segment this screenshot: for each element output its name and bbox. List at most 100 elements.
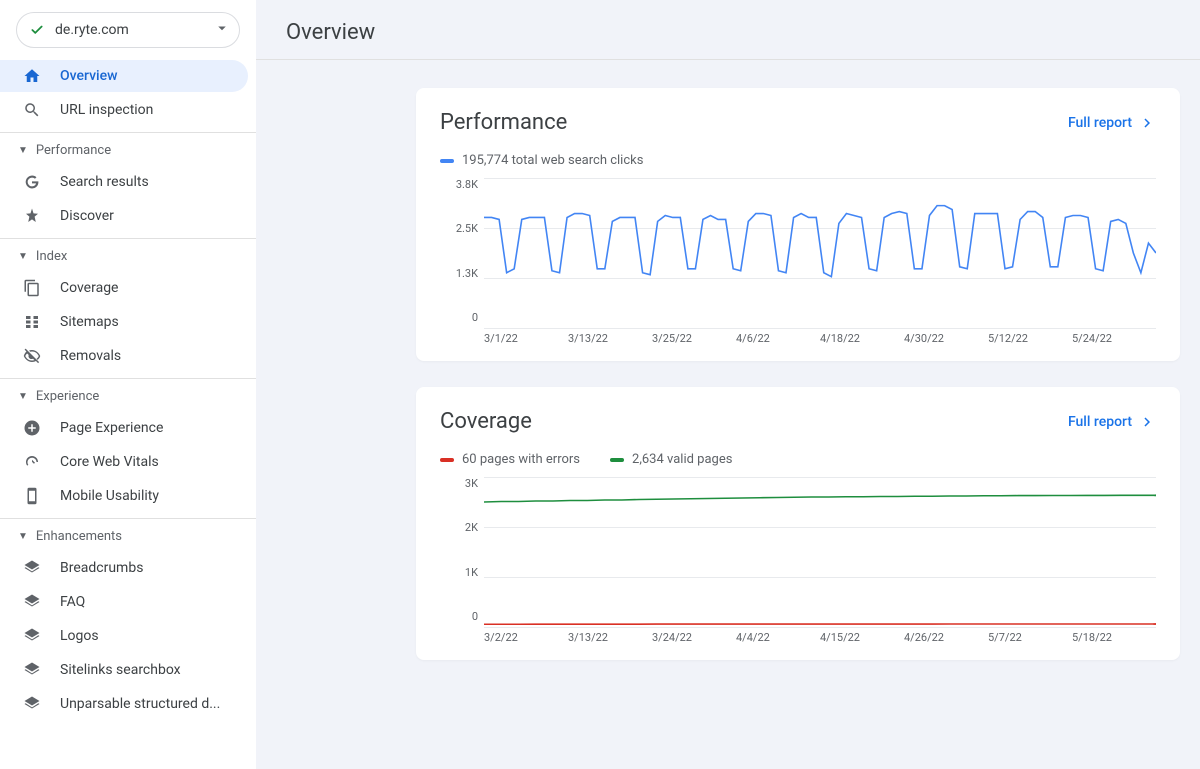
plus-circle-icon	[22, 418, 42, 438]
layers-icon	[22, 592, 42, 612]
layers-icon	[22, 558, 42, 578]
property-selector[interactable]: de.ryte.com	[16, 12, 240, 48]
y-tick: 2.5K	[440, 222, 478, 235]
y-tick: 0	[440, 311, 478, 324]
nav-label: Overview	[60, 68, 117, 84]
triangle-down-icon: ▼	[18, 531, 28, 542]
y-tick: 1K	[440, 566, 478, 579]
x-tick: 4/30/22	[904, 332, 988, 345]
g-icon	[22, 172, 42, 192]
property-domain: de.ryte.com	[55, 22, 213, 38]
nav-label: Mobile Usability	[60, 488, 159, 504]
nav-label: Discover	[60, 208, 114, 224]
nav-item-coverage[interactable]: Coverage	[0, 272, 248, 304]
nav-label: Sitemaps	[60, 314, 119, 330]
section-title: Performance	[36, 143, 111, 158]
nav-item-faq[interactable]: FAQ	[0, 586, 248, 618]
link-label: Full report	[1068, 414, 1132, 430]
sidebar: de.ryte.com OverviewURL inspection ▼Perf…	[0, 0, 256, 769]
x-tick: 4/26/22	[904, 631, 988, 644]
y-tick: 3.8K	[440, 178, 478, 191]
section-title: Enhancements	[36, 529, 122, 544]
x-tick: 3/25/22	[652, 332, 736, 345]
nav-label: URL inspection	[60, 102, 153, 118]
nav-item-discover[interactable]: Discover	[0, 200, 248, 232]
link-label: Full report	[1068, 115, 1132, 131]
visibility-off-icon	[22, 346, 42, 366]
x-tick: 3/13/22	[568, 631, 652, 644]
nav-section-enhancements[interactable]: ▼ Enhancements	[0, 518, 256, 552]
nav-item-mobile-usability[interactable]: Mobile Usability	[0, 480, 248, 512]
x-tick: 5/7/22	[988, 631, 1072, 644]
coverage-chart: 3K 2K 1K 0	[440, 477, 1156, 627]
nav-label: Coverage	[60, 280, 118, 296]
star-icon	[22, 206, 42, 226]
performance-card: Performance Full report 195,774 total we…	[416, 88, 1180, 361]
x-tick: 5/12/22	[988, 332, 1072, 345]
search-icon	[22, 100, 42, 120]
nav-item-sitemaps[interactable]: Sitemaps	[0, 306, 248, 338]
nav-label: Page Experience	[60, 420, 163, 436]
nav-item-logos[interactable]: Logos	[0, 620, 248, 652]
dropdown-icon	[213, 19, 231, 41]
nav-label: Logos	[60, 628, 99, 644]
nav-section-index[interactable]: ▼ Index	[0, 238, 256, 272]
nav-section-performance[interactable]: ▼Performance	[0, 132, 256, 166]
x-tick: 5/24/22	[1072, 332, 1156, 345]
coverage-legend-valid: 2,634 valid pages	[610, 452, 732, 467]
nav-item-unparsable-structured-d-[interactable]: Unparsable structured d...	[0, 688, 248, 720]
nav-label: Search results	[60, 174, 149, 190]
layers-icon	[22, 660, 42, 680]
y-tick: 3K	[440, 477, 478, 490]
chevron-right-icon	[1138, 413, 1156, 431]
nav-label: Removals	[60, 348, 121, 364]
coverage-card: Coverage Full report 60 pages with error…	[416, 387, 1180, 660]
main: Overview Performance Full report 195,774…	[256, 0, 1200, 769]
coverage-title: Coverage	[440, 409, 532, 434]
x-tick: 4/4/22	[736, 631, 820, 644]
nav-label: Breadcrumbs	[60, 560, 143, 576]
triangle-down-icon: ▼	[18, 251, 28, 262]
performance-chart: 3.8K 2.5K 1.3K 0	[440, 178, 1156, 328]
x-tick: 3/24/22	[652, 631, 736, 644]
section-title: Experience	[36, 389, 99, 404]
nav-item-core-web-vitals[interactable]: Core Web Vitals	[0, 446, 248, 478]
layers-icon	[22, 626, 42, 646]
coverage-legend-errors: 60 pages with errors	[440, 452, 580, 467]
x-tick: 4/18/22	[820, 332, 904, 345]
nav-section-experience[interactable]: ▼ Experience	[0, 378, 256, 412]
performance-title: Performance	[440, 110, 567, 135]
legend-label: 2,634 valid pages	[632, 452, 732, 467]
nav-label: Core Web Vitals	[60, 454, 159, 470]
legend-label: 195,774 total web search clicks	[462, 153, 643, 168]
home-icon	[22, 66, 42, 86]
nav-item-sitelinks-searchbox[interactable]: Sitelinks searchbox	[0, 654, 248, 686]
layers-icon	[22, 694, 42, 714]
y-tick: 1.3K	[440, 267, 478, 280]
nav-label: Sitelinks searchbox	[60, 662, 181, 678]
nav-item-search-results[interactable]: Search results	[0, 166, 248, 198]
nav-label: Unparsable structured d...	[60, 696, 220, 712]
x-tick: 4/15/22	[820, 631, 904, 644]
section-title: Index	[36, 249, 67, 264]
x-tick: 3/13/22	[568, 332, 652, 345]
coverage-full-report-link[interactable]: Full report	[1068, 413, 1156, 431]
page-title: Overview	[256, 0, 1200, 60]
legend-label: 60 pages with errors	[462, 452, 580, 467]
verified-icon	[29, 22, 45, 38]
triangle-down-icon: ▼	[18, 391, 28, 402]
y-tick: 2K	[440, 521, 478, 534]
nav-item-breadcrumbs[interactable]: Breadcrumbs	[0, 552, 248, 584]
y-tick: 0	[440, 610, 478, 623]
nav-item-overview[interactable]: Overview	[0, 60, 248, 92]
nav-item-removals[interactable]: Removals	[0, 340, 248, 372]
sitemap-icon	[22, 312, 42, 332]
chevron-right-icon	[1138, 114, 1156, 132]
nav-item-url-inspection[interactable]: URL inspection	[0, 94, 248, 126]
performance-full-report-link[interactable]: Full report	[1068, 114, 1156, 132]
nav-item-page-experience[interactable]: Page Experience	[0, 412, 248, 444]
gauge-icon	[22, 452, 42, 472]
x-tick: 5/18/22	[1072, 631, 1156, 644]
copy-icon	[22, 278, 42, 298]
phone-icon	[22, 486, 42, 506]
